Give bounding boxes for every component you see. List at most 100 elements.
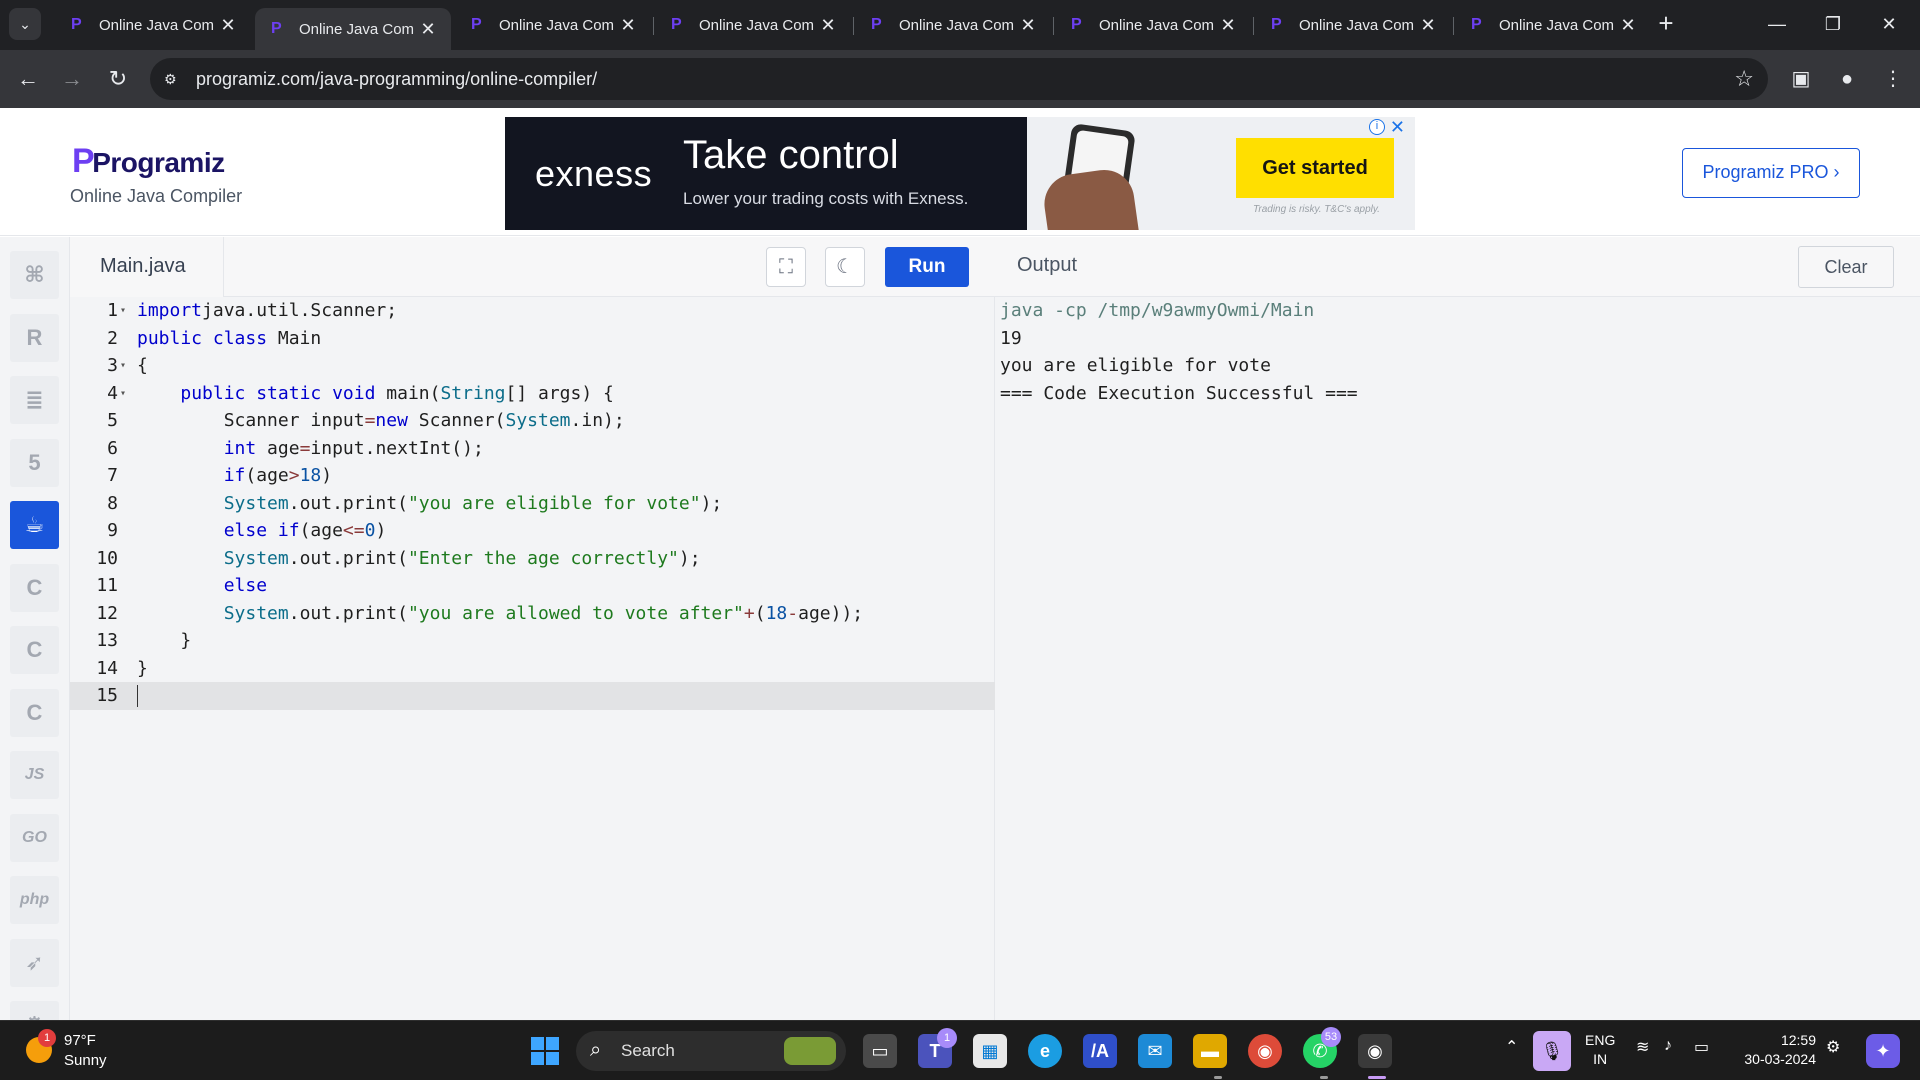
language-button[interactable]: C bbox=[10, 563, 59, 612]
code-line[interactable]: 12 System.out.print("you are allowed to … bbox=[70, 600, 995, 628]
advertisement-banner[interactable]: exness Take control Lower your trading c… bbox=[505, 117, 1415, 230]
browser-tab[interactable]: P Online Java Com ✕ bbox=[1055, 8, 1251, 42]
file-explorer-icon[interactable]: ▬ bbox=[1193, 1034, 1227, 1068]
language-button[interactable]: C bbox=[10, 626, 59, 674]
run-button[interactable]: Run bbox=[885, 247, 969, 287]
language-button[interactable]: C bbox=[10, 688, 59, 737]
browser-tab[interactable]: P Online Java Com ✕ bbox=[55, 8, 251, 42]
vscode-like-icon[interactable]: /A bbox=[1083, 1034, 1117, 1068]
tab-close-icon[interactable]: ✕ bbox=[1215, 15, 1241, 36]
language-button[interactable]: ☕ bbox=[10, 501, 59, 549]
code-token: age)); bbox=[798, 602, 864, 624]
code-text bbox=[137, 682, 138, 710]
edge-icon[interactable]: e bbox=[1028, 1034, 1062, 1068]
fold-toggle-icon[interactable]: ▾ bbox=[120, 352, 126, 380]
language-button[interactable]: JS bbox=[10, 751, 59, 799]
line-number: 13 bbox=[96, 630, 118, 651]
new-tab-button[interactable]: + bbox=[1650, 8, 1682, 40]
task-view-icon[interactable]: ▭ bbox=[863, 1034, 897, 1068]
browser-tab[interactable]: P Online Java Com ✕ bbox=[1455, 8, 1651, 42]
ad-close-icon[interactable]: ✕ bbox=[1390, 117, 1405, 138]
notification-settings-icon[interactable]: ⚙ bbox=[1826, 1037, 1840, 1057]
system-clock[interactable]: 12:59 30-03-2024 bbox=[1732, 1031, 1816, 1069]
code-editor[interactable]: 1 ▾ importjava.util.Scanner; 2 public class … bbox=[70, 297, 995, 710]
programiz-pro-button[interactable]: Programiz PRO › bbox=[1682, 148, 1860, 198]
language-button[interactable]: ➶ bbox=[10, 938, 59, 987]
language-button[interactable]: php bbox=[10, 876, 59, 924]
copilot-icon[interactable]: ✦ bbox=[1866, 1034, 1900, 1068]
ad-info-icon[interactable]: i bbox=[1369, 119, 1385, 135]
chrome-icon[interactable]: ◉ bbox=[1248, 1034, 1282, 1068]
weather-description[interactable]: Sunny bbox=[64, 1052, 107, 1069]
tab-close-icon[interactable]: ✕ bbox=[815, 15, 841, 36]
language-button[interactable]: R bbox=[10, 313, 59, 362]
minimize-button[interactable]: — bbox=[1750, 6, 1804, 42]
bookmark-star-icon[interactable]: ☆ bbox=[1734, 66, 1754, 92]
code-line[interactable]: 5 Scanner input=new Scanner(System.in); bbox=[70, 407, 995, 435]
tab-search-menu-button[interactable]: ⌄ bbox=[9, 8, 41, 40]
address-bar[interactable]: ⚙ programiz.com/java-programming/online-… bbox=[150, 58, 1768, 100]
taskbar-search[interactable]: ⌕ Search bbox=[576, 1031, 846, 1071]
language-button[interactable]: ⚙ bbox=[10, 1001, 59, 1020]
file-tab[interactable]: Main.java bbox=[70, 237, 224, 297]
volume-icon[interactable]: ♪ bbox=[1664, 1037, 1672, 1055]
microsoft-store-icon[interactable]: ▦ bbox=[973, 1034, 1007, 1068]
language-button[interactable]: ⌘ bbox=[10, 251, 59, 299]
battery-icon[interactable]: ▭ bbox=[1694, 1037, 1709, 1057]
code-line[interactable]: 15 bbox=[70, 682, 995, 710]
code-line[interactable]: 3 ▾ { bbox=[70, 352, 995, 380]
tray-overflow-icon[interactable]: ⌃ bbox=[1505, 1037, 1518, 1057]
wifi-icon[interactable]: ≋ bbox=[1636, 1037, 1649, 1057]
profile-icon[interactable]: ● bbox=[1832, 64, 1862, 94]
close-window-button[interactable]: ✕ bbox=[1862, 6, 1916, 42]
forward-button[interactable]: → bbox=[54, 61, 90, 97]
microphone-icon[interactable]: 🎙 bbox=[1533, 1031, 1571, 1071]
chrome-active-icon[interactable]: ◉ bbox=[1358, 1034, 1392, 1068]
reload-button[interactable]: ↻ bbox=[100, 61, 136, 97]
code-line[interactable]: 11 else bbox=[70, 572, 995, 600]
start-windows-icon[interactable] bbox=[528, 1034, 562, 1068]
code-line[interactable]: 6 int age=input.nextInt(); bbox=[70, 435, 995, 463]
language-indicator[interactable]: ENG IN bbox=[1585, 1031, 1615, 1069]
fold-toggle-icon[interactable]: ▾ bbox=[120, 297, 126, 325]
mail-icon[interactable]: ✉ bbox=[1138, 1034, 1172, 1068]
code-line[interactable]: 13 } bbox=[70, 627, 995, 655]
code-line[interactable]: 4 ▾ public static void main(String[] args… bbox=[70, 380, 995, 408]
fold-toggle-icon[interactable]: ▾ bbox=[120, 380, 126, 408]
code-line[interactable]: 1 ▾ importjava.util.Scanner; bbox=[70, 297, 995, 325]
site-info-icon[interactable]: ⚙ bbox=[164, 70, 182, 88]
weather-temperature[interactable]: 97°F bbox=[64, 1032, 96, 1049]
tab-close-icon[interactable]: ✕ bbox=[415, 19, 441, 40]
side-panel-icon[interactable]: ▣ bbox=[1786, 64, 1816, 94]
code-line[interactable]: 7 if(age>18) bbox=[70, 462, 995, 490]
browser-menu-icon[interactable]: ⋮ bbox=[1878, 64, 1908, 94]
browser-tab[interactable]: P Online Java Com ✕ bbox=[1255, 8, 1451, 42]
code-line[interactable]: 2 public class Main bbox=[70, 325, 995, 353]
tab-close-icon[interactable]: ✕ bbox=[1415, 15, 1441, 36]
language-button[interactable]: GO bbox=[10, 813, 59, 862]
tab-close-icon[interactable]: ✕ bbox=[1015, 15, 1041, 36]
programiz-logo[interactable]: PProgramiz bbox=[72, 142, 225, 181]
code-line[interactable]: 8 System.out.print("you are eligible for… bbox=[70, 490, 995, 518]
code-line[interactable]: 14} bbox=[70, 655, 995, 683]
browser-tab[interactable]: P Online Java Com ✕ bbox=[655, 8, 851, 42]
output-console[interactable]: java -cp /tmp/w9awmyOwmi/Main 19 you are e… bbox=[1000, 297, 1358, 407]
tab-close-icon[interactable]: ✕ bbox=[615, 15, 641, 36]
language-button[interactable]: 5 bbox=[10, 438, 59, 487]
clear-button[interactable]: Clear bbox=[1798, 246, 1894, 288]
dark-mode-icon[interactable]: ☾ bbox=[825, 247, 865, 287]
tab-close-icon[interactable]: ✕ bbox=[1615, 15, 1641, 36]
fullscreen-icon[interactable]: ⛶ bbox=[766, 247, 806, 287]
address-url[interactable]: programiz.com/java-programming/online-co… bbox=[196, 69, 597, 90]
back-button[interactable]: ← bbox=[10, 61, 46, 97]
tab-close-icon[interactable]: ✕ bbox=[215, 15, 241, 36]
browser-tab[interactable]: P Online Java Com ✕ bbox=[255, 8, 451, 50]
browser-tab[interactable]: P Online Java Com ✕ bbox=[455, 8, 651, 42]
browser-tab[interactable]: P Online Java Com ✕ bbox=[855, 8, 1051, 42]
language-button[interactable]: ≣ bbox=[10, 376, 59, 424]
restore-button[interactable]: ❐ bbox=[1806, 6, 1860, 42]
ad-get-started-button[interactable]: Get started bbox=[1236, 138, 1394, 198]
code-line[interactable]: 9 else if(age<=0) bbox=[70, 517, 995, 545]
code-line[interactable]: 10 System.out.print("Enter the age corre… bbox=[70, 545, 995, 573]
